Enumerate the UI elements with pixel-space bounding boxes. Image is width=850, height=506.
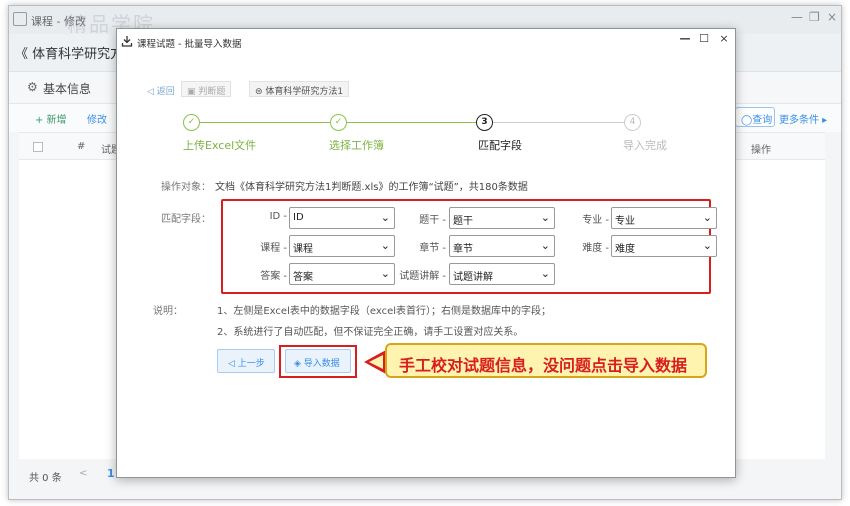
course-chip-label: 体育科学研究方法1: [265, 87, 344, 97]
question-type-label: 判断题: [198, 87, 226, 97]
step-4-number: 4: [624, 114, 641, 131]
question-type-chip: ▣ 判断题: [181, 81, 232, 97]
step-3-number: 3: [476, 114, 493, 131]
select-answer[interactable]: 答案 ⌄: [289, 263, 395, 285]
search-button[interactable]: ◯查询: [735, 107, 775, 127]
search-label: 查询: [752, 115, 773, 126]
select-value: 难度: [615, 244, 635, 255]
import-data-label: 导入数据: [303, 359, 340, 369]
edit-button[interactable]: 修改: [87, 111, 107, 126]
step-2-check-icon: ✓: [330, 114, 347, 131]
chevron-down-icon: ⌄: [380, 267, 390, 280]
select-difficulty[interactable]: 难度 ⌄: [611, 235, 717, 257]
book-icon: ⊜: [255, 87, 266, 97]
current-page[interactable]: 1: [107, 467, 115, 480]
arrow-left-icon: ◁: [228, 359, 238, 369]
field-label-stem: 题干 -: [419, 215, 446, 226]
bg-minimize-icon[interactable]: —: [791, 10, 803, 24]
match-fields-label: 匹配字段：: [161, 214, 211, 225]
prev-step-label: 上一步: [237, 359, 265, 369]
chevron-down-icon: ⌄: [380, 239, 390, 252]
select-value: 章节: [453, 244, 473, 255]
layers-icon: ◈: [294, 359, 304, 369]
app-icon: [13, 12, 27, 26]
gear-icon: ⚙: [27, 80, 38, 94]
select-id[interactable]: ID ⌄: [289, 207, 395, 229]
select-stem[interactable]: 题干 ⌄: [449, 207, 555, 229]
field-label-answer: 答案 -: [260, 271, 287, 282]
dialog-minimize-icon[interactable]: —: [678, 32, 692, 45]
field-label-course: 课程 -: [260, 243, 287, 254]
select-chapter[interactable]: 章节 ⌄: [449, 235, 555, 257]
select-value: 答案: [293, 272, 313, 283]
import-dialog: 课程试题 - 批量导入数据 — ☐ × ◁ 返回 ▣ 判断题 ⊜ 体育科学研究方…: [116, 28, 736, 478]
field-label-explanation: 试题讲解 -: [399, 271, 446, 282]
step-connector: [200, 122, 330, 123]
callout-arrow-inner: [369, 355, 383, 369]
step-1-label: 上传Excel文件: [183, 139, 257, 152]
field-mapping-highlight: ID - ID ⌄ 题干 - 题干 ⌄ 专业 - 专业 ⌄ 课程 - 课程 ⌄ 章节 -…: [221, 199, 717, 294]
note-line: 2、系统进行了自动匹配，但不保证完全正确，请手工设置对应关系。: [217, 327, 524, 338]
field-label-major: 专业 -: [582, 215, 609, 226]
back-label: 返回: [156, 87, 175, 97]
basic-info-label[interactable]: 基本信息: [43, 80, 91, 97]
list-icon: ▣: [187, 87, 199, 97]
import-button-highlight: ◈ 导入数据: [279, 345, 357, 378]
chevron-down-icon: ⌄: [380, 211, 390, 224]
select-value: 试题讲解: [453, 272, 493, 283]
back-link[interactable]: ◁ 返回: [147, 84, 175, 97]
instructions: 说明： 1、左侧是Excel表中的数据字段（excel表首行）；右侧是数据库中的…: [153, 301, 551, 343]
add-button[interactable]: + 新增: [35, 111, 67, 126]
select-value: ID: [293, 212, 304, 223]
step-indicator: ✓ ✓ 3 4 上传Excel文件 选择工作簿 匹配字段 导入完成: [117, 113, 737, 153]
select-explanation[interactable]: 试题讲解 ⌄: [449, 263, 555, 285]
search-icon: ◯: [741, 115, 753, 126]
dialog-titlebar: 课程试题 - 批量导入数据 — ☐ ×: [117, 29, 735, 55]
col-actions: 操作: [751, 145, 771, 156]
dialog-maximize-icon[interactable]: ☐: [697, 32, 711, 45]
prev-page-button[interactable]: <: [79, 468, 87, 479]
dialog-title: 课程试题 - 批量导入数据: [137, 39, 242, 50]
chevron-down-icon: ⌄: [702, 239, 712, 252]
select-all-checkbox[interactable]: [33, 142, 43, 152]
step-2-label: 选择工作簿: [329, 139, 384, 152]
more-filters-link[interactable]: 更多条件 ▸: [779, 111, 827, 126]
bg-maximize-icon[interactable]: ❐: [809, 10, 820, 24]
target-text: 文档《体育科学研究方法1判断题.xls》的工作簿“试题”，共180条数据: [215, 182, 528, 193]
select-value: 题干: [453, 216, 473, 227]
operation-target: 操作对象： 文档《体育科学研究方法1判断题.xls》的工作簿“试题”，共180条数…: [161, 178, 528, 193]
course-chip: ⊜ 体育科学研究方法1: [249, 81, 350, 97]
step-3-label: 匹配字段: [478, 139, 522, 152]
field-label-difficulty: 难度 -: [582, 243, 609, 254]
select-value: 课程: [293, 244, 313, 255]
chevron-down-icon: ⌄: [540, 239, 550, 252]
step-1-check-icon: ✓: [183, 114, 200, 131]
import-icon: [121, 36, 133, 47]
import-data-button[interactable]: ◈ 导入数据: [285, 349, 351, 373]
total-count: 共 0 条: [29, 473, 62, 484]
step-connector: [347, 122, 476, 123]
field-label-id: ID -: [269, 211, 287, 222]
bg-close-icon[interactable]: ×: [827, 10, 837, 24]
step-4-label: 导入完成: [623, 139, 667, 152]
prev-step-button[interactable]: ◁ 上一步: [217, 349, 275, 373]
select-course[interactable]: 课程 ⌄: [289, 235, 395, 257]
select-major[interactable]: 专业 ⌄: [611, 207, 717, 229]
chevron-down-icon: ⌄: [702, 211, 712, 224]
dialog-close-icon[interactable]: ×: [717, 32, 731, 45]
col-index: #: [77, 141, 86, 152]
callout-annotation: 手工校对试题信息，没问题点击导入数据: [385, 343, 707, 378]
notes-label: 说明：: [153, 306, 183, 317]
step-connector: [493, 122, 624, 123]
back-arrow-icon: ◁: [147, 87, 157, 97]
chevron-down-icon: ⌄: [540, 211, 550, 224]
select-value: 专业: [615, 216, 635, 227]
target-label: 操作对象：: [161, 182, 211, 193]
note-line: 1、左侧是Excel表中的数据字段（excel表首行）；右侧是数据库中的字段；: [217, 306, 551, 317]
field-label-chapter: 章节 -: [419, 243, 446, 254]
chevron-down-icon: ⌄: [540, 267, 550, 280]
